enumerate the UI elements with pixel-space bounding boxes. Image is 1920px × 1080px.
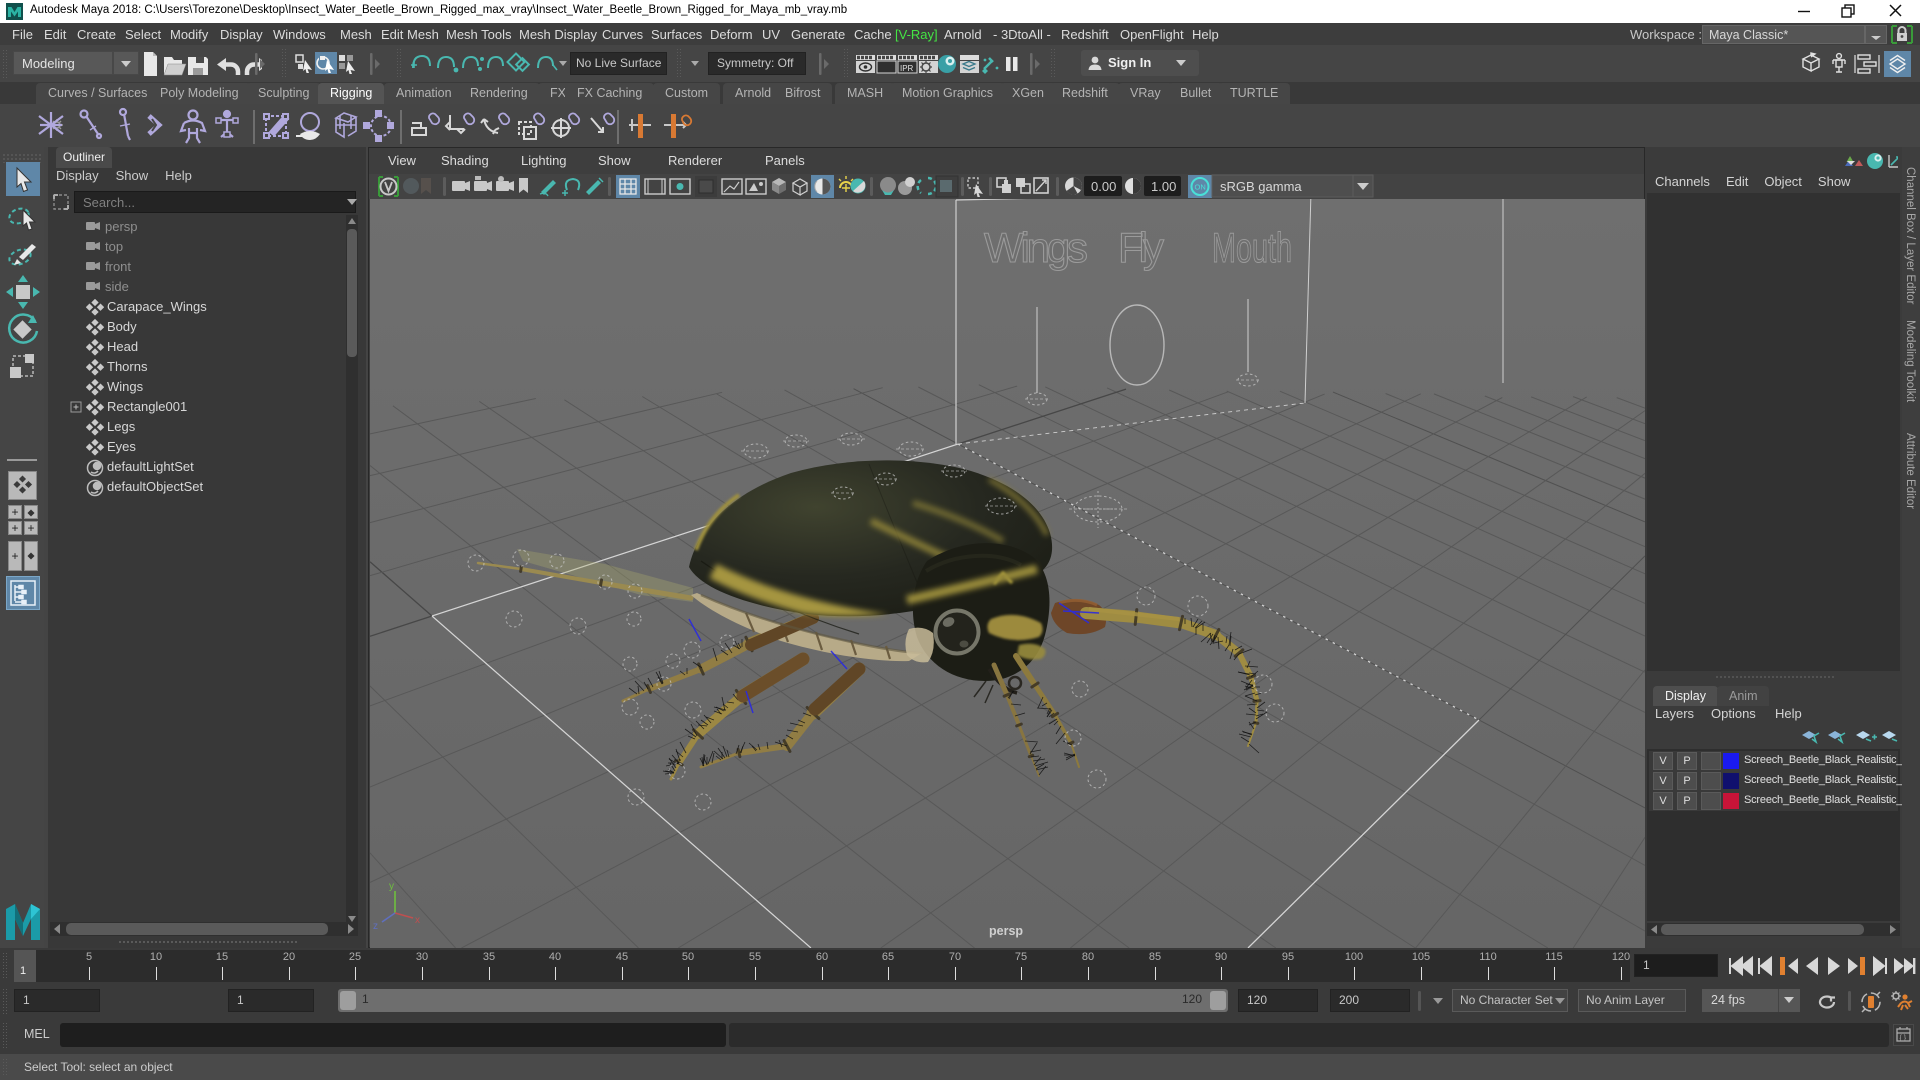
svg-text:Fly: Fly: [1118, 224, 1164, 271]
svg-text:y: y: [389, 881, 394, 892]
svg-text:{ }: { }: [1900, 1035, 1907, 1042]
svg-text:0.00: 0.00: [1091, 179, 1116, 194]
svg-text:sRGB gamma: sRGB gamma: [1220, 179, 1302, 194]
svg-text:z: z: [373, 921, 378, 932]
svg-text:1.00: 1.00: [1151, 179, 1176, 194]
svg-text:persp: persp: [989, 924, 1023, 938]
svg-text:Mouth: Mouth: [1212, 224, 1292, 271]
svg-text:IPR: IPR: [900, 64, 914, 73]
svg-text:Wings: Wings: [984, 224, 1088, 271]
svg-text:ON: ON: [1195, 183, 1206, 192]
svg-text:x: x: [415, 915, 420, 926]
